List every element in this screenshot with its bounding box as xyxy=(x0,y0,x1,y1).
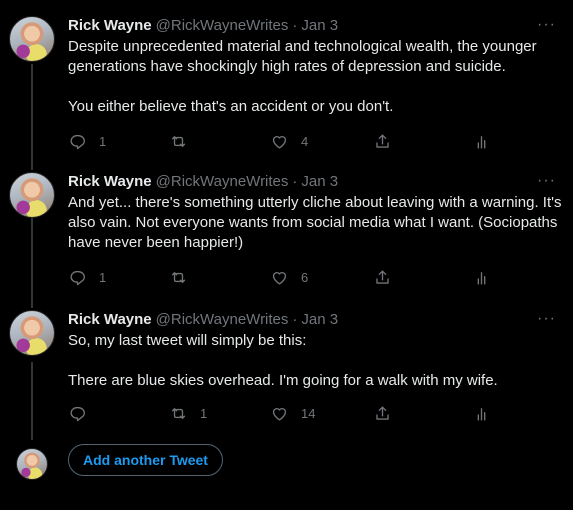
separator-dot: · xyxy=(292,173,298,190)
share-icon xyxy=(376,133,389,148)
heart-icon xyxy=(272,135,287,149)
reply-button[interactable]: 1 xyxy=(68,129,106,153)
analytics-icon xyxy=(477,271,486,285)
tweet[interactable]: Rick Wayne @RickWayneWrites · Jan 3 ··· … xyxy=(0,172,573,297)
like-count: 14 xyxy=(301,405,316,421)
reply-button[interactable] xyxy=(68,401,99,425)
tweet-date[interactable]: Jan 3 xyxy=(301,172,338,192)
retweet-button[interactable] xyxy=(169,265,200,289)
reply-count: 1 xyxy=(99,133,107,149)
analytics-icon xyxy=(477,135,486,149)
more-icon[interactable]: ··· xyxy=(537,173,556,189)
heart-icon xyxy=(272,407,287,421)
author-name[interactable]: Rick Wayne xyxy=(68,16,152,36)
analytics-icon xyxy=(477,407,486,421)
tweet-text: And yet... there's something utterly cli… xyxy=(68,194,562,251)
share-button[interactable] xyxy=(373,265,392,289)
share-icon xyxy=(376,405,389,420)
tweet-actions: 1 6 xyxy=(68,265,518,289)
reply-button[interactable]: 1 xyxy=(68,265,106,289)
heart-icon xyxy=(272,271,287,285)
tweet-actions: 1 4 xyxy=(68,129,518,153)
separator-dot: · xyxy=(292,311,298,328)
tweet-date[interactable]: Jan 3 xyxy=(301,16,338,36)
avatar[interactable] xyxy=(9,16,55,62)
author-name[interactable]: Rick Wayne xyxy=(68,310,152,330)
tweet-actions: 1 14 xyxy=(68,401,518,425)
analytics-button[interactable] xyxy=(472,129,491,153)
share-icon xyxy=(376,269,389,284)
tweet-text: Despite unprecedented material and techn… xyxy=(68,38,537,115)
reply-count: 1 xyxy=(99,269,107,285)
like-button[interactable]: 14 xyxy=(270,401,315,425)
like-button[interactable]: 6 xyxy=(270,265,308,289)
more-icon[interactable]: ··· xyxy=(537,311,556,327)
tweet-header: Rick Wayne @RickWayneWrites · Jan 3 xyxy=(68,16,338,36)
reply-icon xyxy=(70,406,85,421)
author-handle[interactable]: @RickWayneWrites xyxy=(156,172,289,192)
reply-icon xyxy=(70,270,85,285)
tweet-text: So, my last tweet will simply be this: T… xyxy=(68,332,498,389)
avatar[interactable] xyxy=(9,310,55,356)
retweet-count: 1 xyxy=(200,405,208,421)
reply-icon xyxy=(70,134,85,149)
author-name[interactable]: Rick Wayne xyxy=(68,172,152,192)
add-another-tweet-button[interactable]: Add another Tweet xyxy=(68,444,223,476)
retweet-icon xyxy=(171,271,186,283)
tweet[interactable]: Rick Wayne @RickWayneWrites · Jan 3 ··· … xyxy=(0,16,573,156)
tweet[interactable]: Rick Wayne @RickWayneWrites · Jan 3 ··· … xyxy=(0,310,573,430)
like-count: 6 xyxy=(301,269,309,285)
like-count: 4 xyxy=(301,133,309,149)
more-icon[interactable]: ··· xyxy=(537,17,556,33)
tweet-header: Rick Wayne @RickWayneWrites · Jan 3 xyxy=(68,172,338,192)
like-button[interactable]: 4 xyxy=(270,129,308,153)
separator-dot: · xyxy=(292,17,298,34)
author-handle[interactable]: @RickWayneWrites xyxy=(156,310,289,330)
retweet-button[interactable]: 1 xyxy=(169,401,207,425)
tweet-header: Rick Wayne @RickWayneWrites · Jan 3 xyxy=(68,310,338,330)
analytics-button[interactable] xyxy=(472,265,491,289)
avatar[interactable] xyxy=(9,172,55,218)
tweet-date[interactable]: Jan 3 xyxy=(301,310,338,330)
retweet-icon xyxy=(171,135,186,147)
retweet-button[interactable] xyxy=(169,129,200,153)
retweet-icon xyxy=(171,407,186,419)
share-button[interactable] xyxy=(373,129,392,153)
analytics-button[interactable] xyxy=(472,401,491,425)
composer-avatar[interactable] xyxy=(16,448,48,480)
share-button[interactable] xyxy=(373,401,392,425)
author-handle[interactable]: @RickWayneWrites xyxy=(156,16,289,36)
